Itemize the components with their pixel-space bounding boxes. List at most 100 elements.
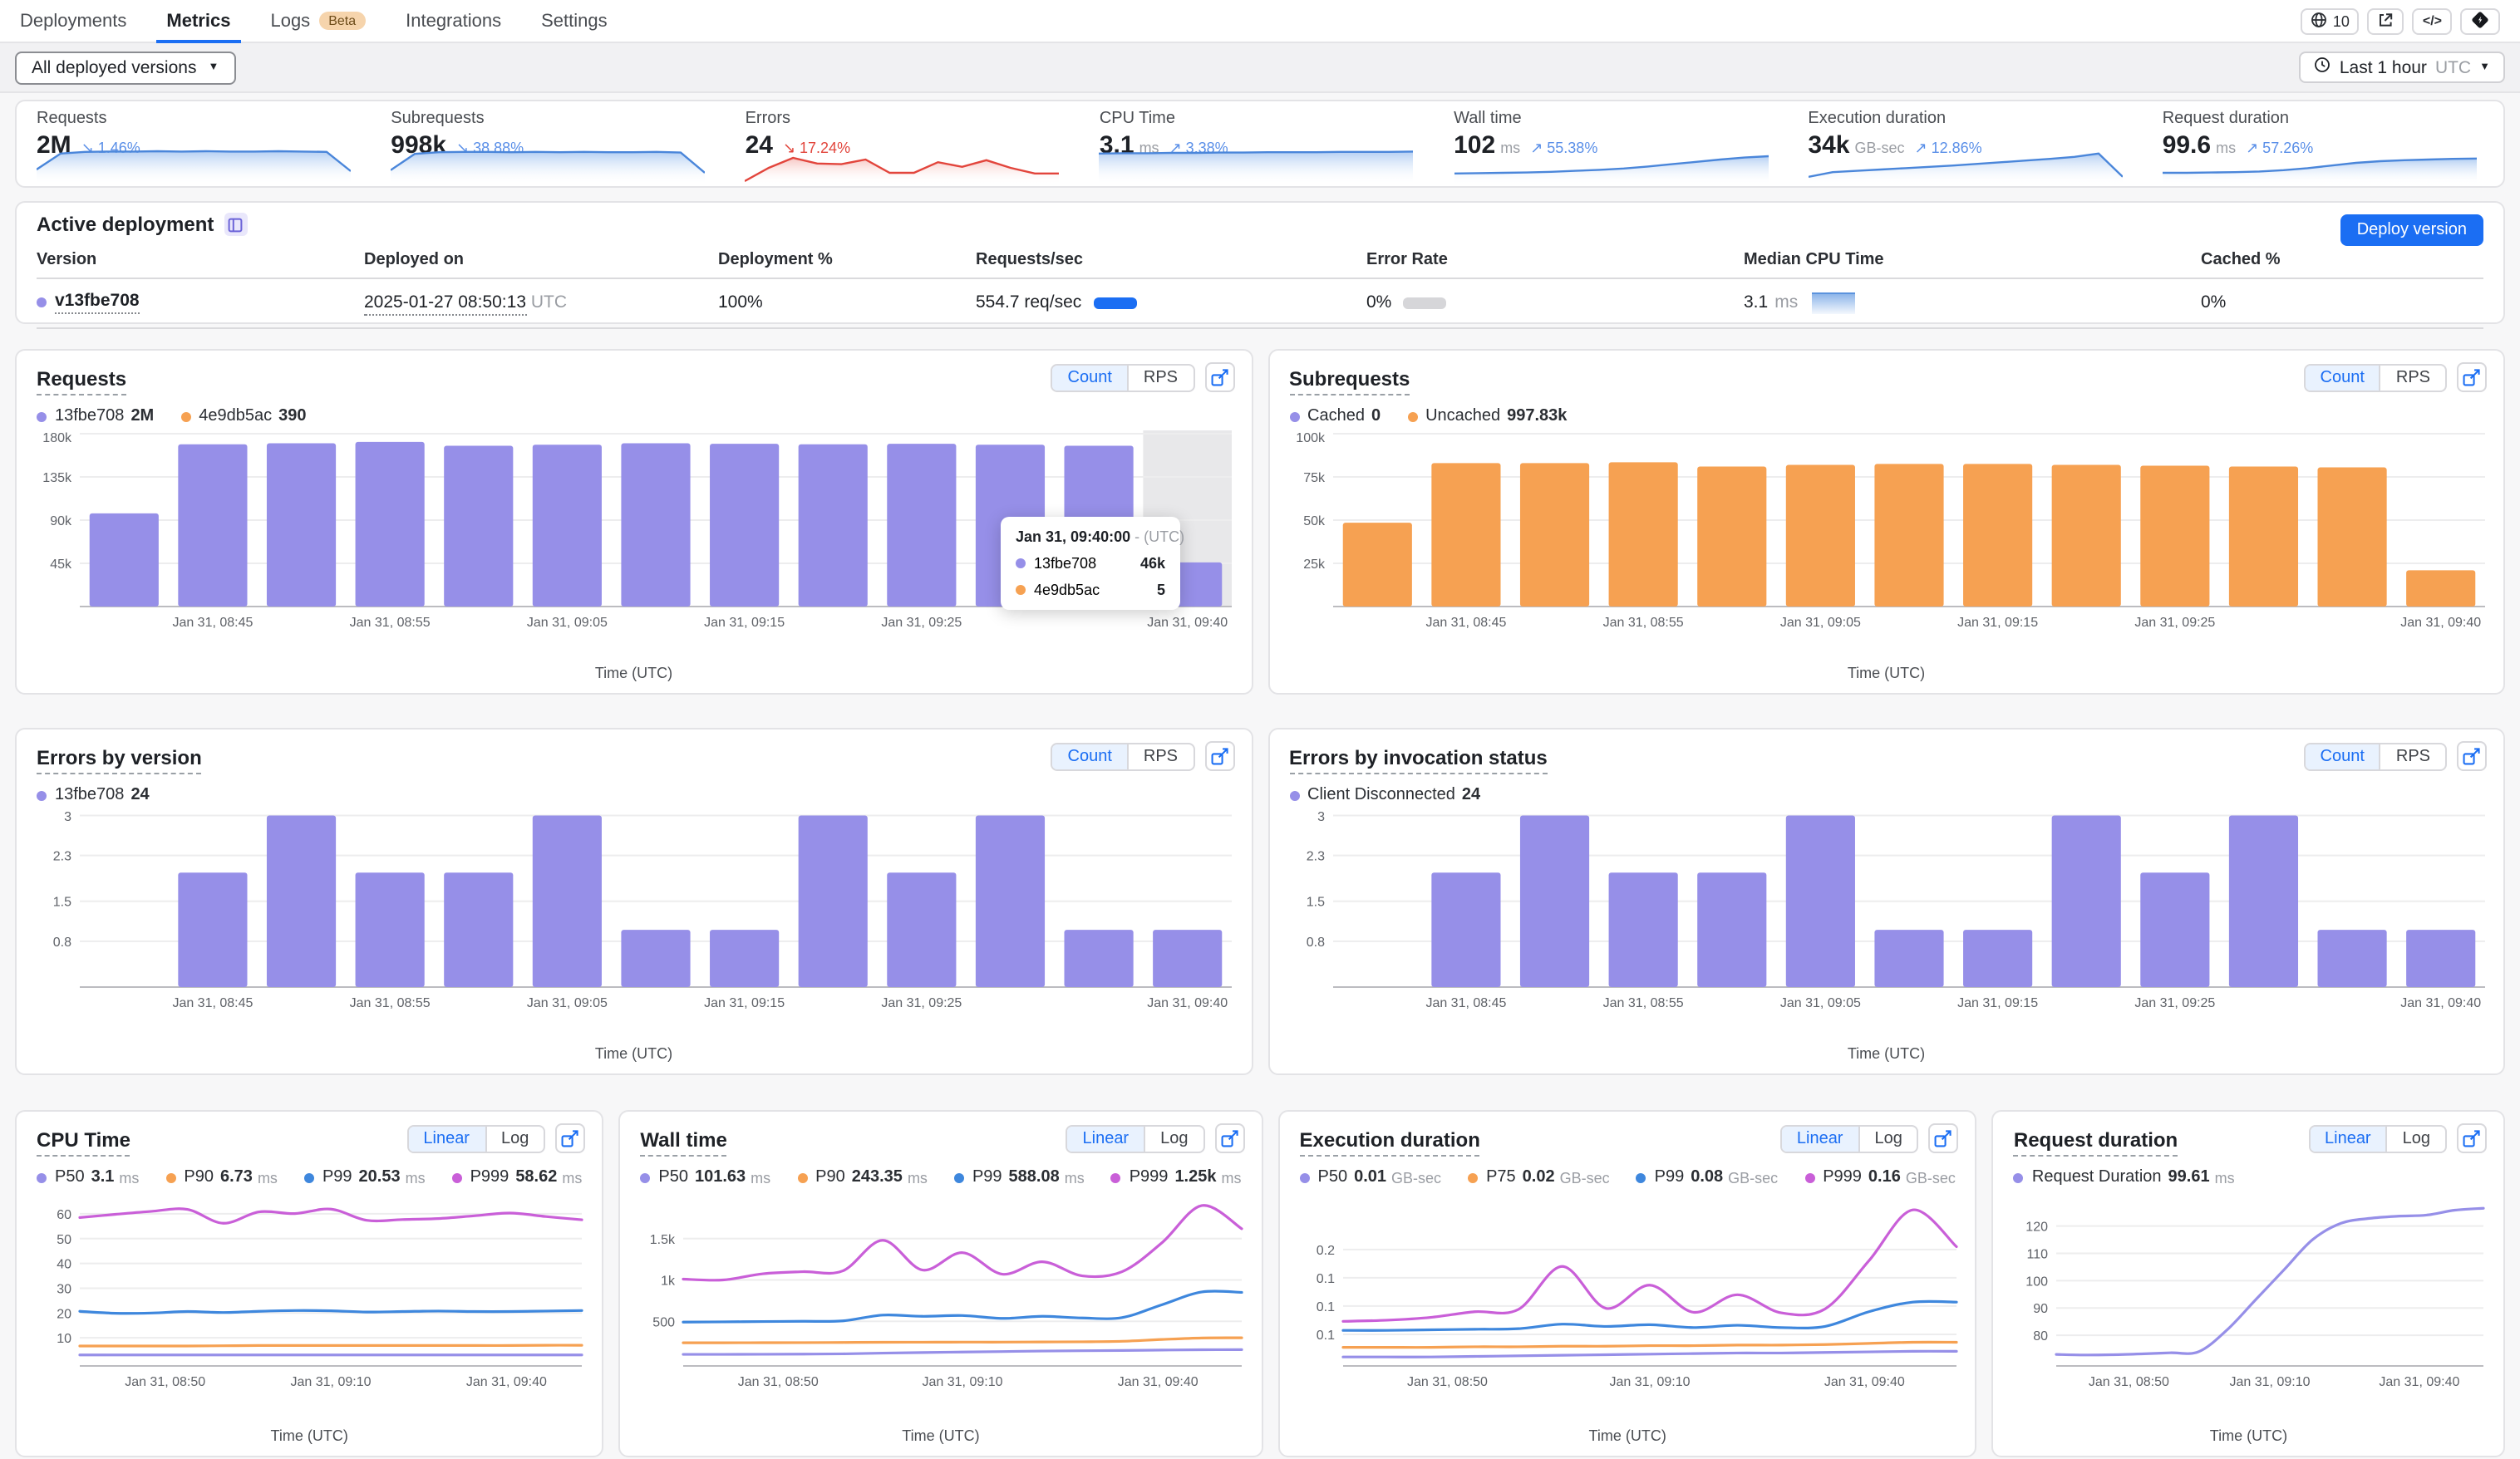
svg-text:Jan 31, 09:10: Jan 31, 09:10 xyxy=(1609,1375,1690,1389)
stat-execution-duration: Execution duration 34k GB-sec ↗ 12.86% xyxy=(1791,101,2145,186)
errors-by-version-chart-card: Errors by version Count RPS 13fbe708 24 0.… xyxy=(15,728,1253,1075)
rps-value: 554.7 req/sec xyxy=(976,292,1082,312)
active-deployment-title: Active deployment xyxy=(37,213,214,236)
legend-value: 58.62 xyxy=(515,1168,558,1186)
toggle-option-rps[interactable]: RPS xyxy=(1126,744,1193,769)
svg-text:Jan 31, 09:05: Jan 31, 09:05 xyxy=(1779,996,1860,1010)
toggle-option-linear[interactable]: Linear xyxy=(408,1126,485,1151)
svg-text:Jan 31, 09:05: Jan 31, 09:05 xyxy=(1779,616,1860,630)
legend-item: P50 0.01 GB-sec xyxy=(1299,1168,1441,1186)
tab-deployments[interactable]: Deployments xyxy=(20,0,126,42)
legend-label: Cached xyxy=(1307,407,1365,425)
errors-by-invocation-bar-chart[interactable]: 0.8 1.5 2.3 3 Jan 31, 08:45 Jan 31, 08:55 Jan … xyxy=(1286,809,2487,1020)
legend-item: P75 0.02 GB-sec xyxy=(1468,1168,1610,1186)
legend-value: 0.16 xyxy=(1868,1168,1901,1186)
legend-value: 24 xyxy=(1461,786,1481,804)
deploy-status-button[interactable] xyxy=(2460,7,2500,34)
legend-dot-icon xyxy=(953,1172,964,1182)
toggle-option-rps[interactable]: RPS xyxy=(2379,744,2445,769)
toggle-option-log[interactable]: Log xyxy=(1858,1126,1917,1151)
expand-chart-button[interactable] xyxy=(1928,1123,1959,1153)
time-zone-label: UTC xyxy=(2434,57,2472,77)
globe-counter-button[interactable]: 10 xyxy=(2301,7,2360,34)
legend-label: P99 xyxy=(972,1168,1002,1186)
legend-value: 588.08 xyxy=(1008,1168,1060,1186)
svg-text:Jan 31, 08:45: Jan 31, 08:45 xyxy=(172,996,253,1010)
legend-item: P99 20.53 ms xyxy=(303,1168,426,1186)
median-cpu-unit: ms xyxy=(1774,292,1799,312)
x-axis-title: Time (UTC) xyxy=(2209,1427,2288,1444)
deploy-version-button[interactable]: Deploy version xyxy=(2340,214,2483,246)
legend-label: Uncached xyxy=(1425,407,1501,425)
legend-dot-icon xyxy=(1289,411,1299,421)
expand-chart-button[interactable] xyxy=(555,1123,586,1153)
tab-logs[interactable]: Logs Beta xyxy=(270,0,367,42)
legend-label: P50 xyxy=(658,1168,688,1186)
filter-bar: All deployed versions ▼ Last 1 hour UTC … xyxy=(0,43,2520,93)
deployment-pct-cell: 100% xyxy=(718,292,763,312)
toggle-option-rps[interactable]: RPS xyxy=(2379,365,2445,390)
toggle-option-linear[interactable]: Linear xyxy=(1067,1126,1144,1151)
time-range-dropdown[interactable]: Last 1 hour UTC ▼ xyxy=(2299,52,2505,83)
toggle-option-count[interactable]: Count xyxy=(1052,365,1127,390)
legend-unit: ms xyxy=(751,1169,771,1186)
svg-text:Jan 31, 09:10: Jan 31, 09:10 xyxy=(291,1375,372,1389)
version-filter-dropdown[interactable]: All deployed versions ▼ xyxy=(15,51,236,84)
legend-dot-icon xyxy=(303,1172,314,1182)
stat-label: CPU Time xyxy=(1099,110,1175,128)
expand-chart-button[interactable] xyxy=(1204,741,1234,771)
legend-value: 0.02 xyxy=(1522,1168,1555,1186)
stat-label: Requests xyxy=(37,110,107,128)
version-link[interactable]: v13fbe708 xyxy=(55,291,140,314)
expand-chart-button[interactable] xyxy=(2457,362,2487,392)
deployment-info-icon[interactable] xyxy=(224,213,248,236)
deployed-on-value[interactable]: 2025-01-27 08:50:13 xyxy=(364,292,526,316)
request-duration-line-chart[interactable]: 80 90 100 110 120 Jan 31, 08:50 Jan 31, 09:10 J… xyxy=(2011,1198,2487,1399)
version-filter-label: All deployed versions xyxy=(32,57,197,77)
expand-chart-button[interactable] xyxy=(1204,362,1234,392)
svg-text:Jan 31, 08:55: Jan 31, 08:55 xyxy=(1602,996,1683,1010)
toggle-option-rps[interactable]: RPS xyxy=(1126,365,1193,390)
code-view-button[interactable]: </> xyxy=(2412,7,2452,34)
expand-chart-button[interactable] xyxy=(1214,1123,1245,1153)
toggle-option-linear[interactable]: Linear xyxy=(1781,1126,1858,1151)
median-cpu-cell: 3.1 ms xyxy=(1744,292,2201,313)
subrequests-bar-chart[interactable]: 25k 50k 75k 100k Jan 31, 08:45 Jan 31, 08:55 J… xyxy=(1286,430,2487,640)
toggle-option-log[interactable]: Log xyxy=(1144,1126,1203,1151)
execution-duration-line-chart[interactable]: 0.1 0.1 0.1 0.2 Jan 31, 08:50 Jan 31, 09:10 Ja… xyxy=(1297,1198,1959,1399)
toggle-option-log[interactable]: Log xyxy=(485,1126,544,1151)
tab-label: Metrics xyxy=(166,11,231,31)
svg-text:Jan 31, 09:40: Jan 31, 09:40 xyxy=(1824,1375,1904,1389)
svg-text:110: 110 xyxy=(2027,1247,2049,1261)
svg-text:Jan 31, 09:40: Jan 31, 09:40 xyxy=(1147,616,1228,630)
open-external-button[interactable] xyxy=(2367,7,2404,34)
expand-chart-button[interactable] xyxy=(2457,741,2487,771)
legend-label: P90 xyxy=(815,1168,845,1186)
svg-text:0.2: 0.2 xyxy=(1316,1244,1334,1258)
toggle-option-count[interactable]: Count xyxy=(2305,744,2380,769)
legend-label: P50 xyxy=(55,1168,85,1186)
svg-text:0.1: 0.1 xyxy=(1316,1300,1334,1314)
legend-item: Cached 0 xyxy=(1289,407,1381,425)
errors-by-version-bar-chart[interactable]: 0.8 1.5 2.3 3 Jan 31, 08:45 Jan 31, 08:55 Jan … xyxy=(33,809,1234,1020)
clock-icon xyxy=(2315,56,2331,78)
cpu-time-line-chart[interactable]: 10 20 30 40 50 60 Jan 31, 08:50 Jan 31, 09:10 Ja… xyxy=(33,1198,585,1399)
legend-value: 20.53 xyxy=(358,1168,401,1186)
workers-metrics-dashboard: Deployments Metrics Logs Beta Integrations Se… xyxy=(0,0,2520,1459)
tab-settings[interactable]: Settings xyxy=(541,0,608,42)
toggle-option-count[interactable]: Count xyxy=(2305,365,2380,390)
svg-text:60: 60 xyxy=(57,1208,71,1222)
column-header: Requests/sec xyxy=(976,251,1083,269)
toggle-option-linear[interactable]: Linear xyxy=(2310,1126,2386,1151)
legend-dot-icon xyxy=(180,411,191,421)
svg-text:Jan 31, 09:05: Jan 31, 09:05 xyxy=(527,616,608,630)
svg-text:Jan 31, 09:40: Jan 31, 09:40 xyxy=(2399,996,2480,1010)
legend-unit: ms xyxy=(119,1169,140,1186)
toggle-option-log[interactable]: Log xyxy=(2385,1126,2445,1151)
tab-integrations[interactable]: Integrations xyxy=(406,0,501,42)
wall-time-line-chart[interactable]: 500 1k 1.5k Jan 31, 08:50 Jan 31, 09:10 Jan 3… xyxy=(637,1198,1244,1399)
toggle-option-count[interactable]: Count xyxy=(1052,744,1127,769)
tab-metrics[interactable]: Metrics xyxy=(156,0,240,43)
chart-title: Errors by version xyxy=(37,746,202,774)
expand-chart-button[interactable] xyxy=(2457,1123,2487,1153)
